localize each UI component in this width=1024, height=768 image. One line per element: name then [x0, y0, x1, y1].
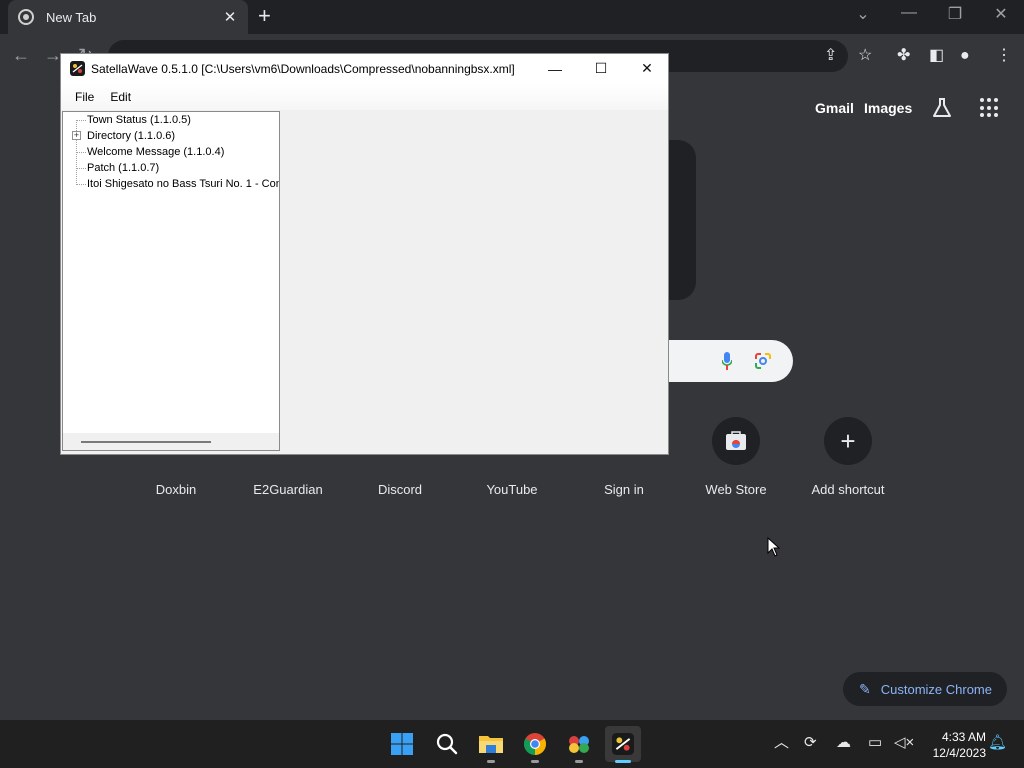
gmail-link[interactable]: Gmail	[815, 100, 854, 116]
shortcut-add[interactable]: + Add shortcut	[792, 417, 904, 497]
taskbar-search-icon[interactable]	[429, 726, 465, 762]
shortcut-label: Web Store	[705, 482, 767, 497]
app-maximize-icon[interactable]: ☐	[578, 54, 624, 83]
shortcut-label: Doxbin	[155, 482, 197, 497]
tree-horizontal-scrollbar[interactable]	[63, 433, 279, 450]
tree-expand-plus-icon[interactable]: +	[72, 131, 81, 140]
web-store-icon	[712, 417, 760, 465]
clock-time: 4:33 AM	[941, 730, 986, 744]
extensions-icon[interactable]: ✤	[897, 47, 910, 65]
scrollbar-thumb[interactable]	[81, 441, 211, 443]
tab-title: New Tab	[46, 9, 97, 25]
app-title-bar[interactable]: SatellaWave 0.5.1.0 [C:\Users\vm6\Downlo…	[61, 54, 668, 83]
profile-icon[interactable]: ●	[960, 47, 970, 65]
tree-node-label: Patch (1.1.0.7)	[87, 162, 160, 174]
start-windows-icon[interactable]	[384, 726, 420, 762]
customize-label: Customize Chrome	[880, 681, 992, 697]
bookmark-star-icon[interactable]: ☆	[858, 47, 872, 65]
app-minimize-icon[interactable]: —	[532, 54, 578, 83]
app-title: SatellaWave 0.5.1.0 [C:\Users\vm6\Downlo…	[91, 61, 515, 76]
chrome-taskbar-icon[interactable]	[517, 726, 553, 762]
shortcut-label: YouTube	[486, 482, 538, 497]
new-tab-button[interactable]: +	[258, 5, 271, 27]
shortcut-web-store[interactable]: Web Store	[680, 417, 792, 497]
satellawave-window: SatellaWave 0.5.1.0 [C:\Users\vm6\Downlo…	[60, 53, 669, 455]
tab-close-icon[interactable]: ✕	[222, 8, 238, 26]
shortcut-label: Add shortcut	[811, 482, 885, 497]
share-icon[interactable]: ⇪	[824, 47, 837, 65]
tab-new-tab[interactable]: New Tab ✕	[8, 0, 248, 34]
tree-connector	[76, 120, 86, 121]
show-hidden-icons-chevron-icon[interactable]: ︿	[774, 734, 789, 752]
menu-kebab-icon[interactable]: ⋮	[996, 47, 1012, 65]
chrome-favicon-icon	[18, 9, 34, 25]
pencil-icon: ✎	[859, 680, 871, 697]
lens-search-icon[interactable]	[754, 352, 772, 370]
satellawave-taskbar-icon[interactable]	[605, 726, 641, 762]
voice-search-icon[interactable]	[722, 352, 732, 370]
network-icon[interactable]: ▭	[868, 734, 882, 752]
menu-file[interactable]: File	[67, 90, 102, 104]
taskbar-clock[interactable]: 4:33 AM 12/4/2023	[920, 729, 986, 761]
shortcut-label: Sign in	[604, 482, 644, 497]
app-menubar: File Edit	[61, 83, 668, 110]
labs-flask-icon[interactable]	[930, 96, 954, 120]
images-link[interactable]: Images	[864, 100, 912, 116]
notification-bell-icon[interactable]: 🔔︎	[988, 734, 1007, 752]
chrome-tab-strip: New Tab ✕ + ⌄ — ❐ ✕	[0, 0, 1024, 34]
shortcut-label: Discord	[377, 482, 423, 497]
volume-muted-icon[interactable]: ◁×	[894, 734, 914, 752]
app-close-icon[interactable]: ✕	[624, 54, 670, 83]
running-indicator	[487, 760, 495, 763]
close-window-icon[interactable]: ✕	[978, 4, 1024, 24]
tree-node-label: Itoi Shigesato no Bass Tsuri No. 1 - Con…	[87, 178, 280, 190]
active-indicator	[615, 760, 631, 763]
clock-date: 12/4/2023	[932, 746, 986, 760]
minimize-icon[interactable]: —	[886, 4, 932, 22]
tree-node-label: Directory (1.1.0.6)	[87, 130, 176, 142]
customize-chrome-button[interactable]: ✎ Customize Chrome	[843, 672, 1007, 706]
back-icon[interactable]: ←	[12, 46, 30, 64]
side-panel-icon[interactable]: ◧	[929, 47, 944, 65]
running-indicator	[575, 760, 583, 763]
restore-icon[interactable]: ❐	[932, 4, 978, 24]
game-controller-app-icon[interactable]	[561, 726, 597, 762]
file-explorer-icon[interactable]	[473, 726, 509, 762]
google-apps-icon[interactable]	[980, 98, 1000, 118]
running-indicator	[531, 760, 539, 763]
tree-connector	[76, 152, 86, 153]
tab-search-icon[interactable]: ⌄	[840, 4, 886, 24]
plus-icon: +	[824, 417, 872, 465]
channel-tree-view[interactable]: Town Status (1.1.0.5) + Directory (1.1.0…	[62, 111, 280, 451]
tree-connector	[76, 168, 86, 169]
onedrive-cloud-icon[interactable]: ☁	[836, 734, 851, 752]
tree-node-label: Welcome Message (1.1.0.4)	[87, 146, 225, 158]
mouse-cursor-icon	[767, 537, 781, 557]
shortcut-label: E2Guardian	[253, 482, 323, 497]
menu-edit[interactable]: Edit	[102, 90, 139, 104]
sync-icon[interactable]: ⟳	[804, 734, 817, 752]
tree-node-label: Town Status (1.1.0.5)	[87, 114, 191, 126]
satellawave-app-icon	[70, 61, 85, 76]
tree-connector	[76, 184, 86, 185]
